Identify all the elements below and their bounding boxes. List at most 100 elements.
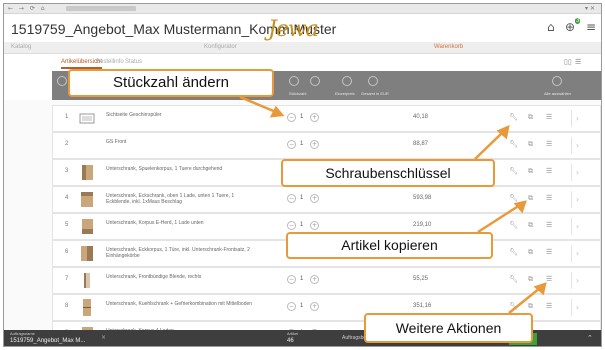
article-description: Unterschrank, Kuehlschrank + Gefrierkomb… bbox=[106, 301, 253, 307]
increase-qty-button[interactable]: + bbox=[310, 302, 319, 311]
wrench-icon[interactable]: 🔧︎ bbox=[509, 275, 518, 283]
cabinet-thumbnail-icon bbox=[82, 165, 93, 180]
article-description: Sichtseite Geschirrspüler bbox=[106, 112, 162, 118]
more-actions-icon[interactable]: ☰ bbox=[546, 140, 552, 148]
article-description: Unterschrank, Korpus E-Herd, 1 Lade unte… bbox=[106, 220, 204, 226]
row-number: 6 bbox=[65, 249, 69, 255]
cabinet-thumbnail-icon bbox=[82, 219, 93, 234]
copy-icon[interactable]: ⧉ bbox=[528, 167, 533, 176]
more-actions-icon[interactable]: ☰ bbox=[546, 167, 552, 175]
more-actions-icon[interactable]: ☰ bbox=[546, 194, 552, 202]
copy-icon[interactable]: ⧉ bbox=[528, 248, 533, 257]
quantity-value[interactable]: 1 bbox=[300, 303, 303, 309]
quantity-value[interactable]: 1 bbox=[300, 114, 303, 120]
chevron-right-icon[interactable]: › bbox=[571, 299, 583, 316]
chevron-right-icon[interactable]: › bbox=[571, 245, 583, 262]
callout-copy-article: Artikel kopieren bbox=[286, 232, 493, 259]
copy-icon[interactable]: ⧉ bbox=[528, 113, 533, 122]
wrench-icon[interactable]: 🔧︎ bbox=[509, 221, 518, 229]
header-minus-icon[interactable] bbox=[289, 76, 299, 86]
decrease-qty-button[interactable]: − bbox=[287, 302, 296, 311]
chevron-right-icon[interactable]: › bbox=[571, 272, 583, 289]
order-name[interactable]: 1519759_Angebot_Max M... bbox=[10, 338, 85, 344]
app-header: 1519759_Angebot_Max Mustermann_Komm.Must… bbox=[4, 15, 601, 42]
chevron-right-icon[interactable]: › bbox=[571, 218, 583, 235]
cart-count-badge: 3 bbox=[575, 18, 581, 24]
home-icon[interactable]: ⌂ bbox=[547, 20, 555, 34]
callout-wrench: Schraubenschlüssel bbox=[281, 159, 495, 187]
decrease-qty-button[interactable]: − bbox=[287, 194, 296, 203]
chevron-right-icon[interactable]: › bbox=[571, 110, 583, 127]
list-view-icon[interactable]: ▯▯ bbox=[564, 58, 572, 66]
row-number: 3 bbox=[65, 168, 69, 174]
increase-qty-button[interactable]: + bbox=[310, 113, 319, 122]
table-row[interactable]: 4 Unterschrank, Eckschrank, oben 1 Lade,… bbox=[52, 186, 601, 213]
wrench-icon[interactable]: 🔧︎ bbox=[509, 167, 518, 175]
more-actions-icon[interactable]: ☰ bbox=[546, 113, 552, 121]
copy-icon[interactable]: ⧉ bbox=[528, 221, 533, 230]
category-catalog[interactable]: Katalog bbox=[11, 44, 31, 50]
cart-icon[interactable]: ⊕ bbox=[565, 20, 575, 34]
copy-icon[interactable]: ⧉ bbox=[528, 302, 533, 311]
tab-status[interactable]: Status bbox=[125, 59, 142, 65]
more-actions-icon[interactable]: ☰ bbox=[546, 248, 552, 256]
wrench-icon[interactable]: 🔧︎ bbox=[509, 248, 518, 256]
decrease-qty-button[interactable]: − bbox=[287, 275, 296, 284]
cabinet-thumbnail-icon bbox=[79, 113, 95, 124]
decrease-qty-button[interactable]: − bbox=[287, 113, 296, 122]
browser-nav-icons[interactable]: ← → ⟳ ⌂ bbox=[8, 5, 47, 12]
header-col-b-icon bbox=[368, 76, 378, 86]
header-col-a: Einzelpreis bbox=[335, 91, 355, 96]
wrench-icon[interactable]: 🔧︎ bbox=[509, 302, 518, 310]
cabinet-thumbnail-icon bbox=[81, 246, 93, 261]
address-bar[interactable] bbox=[66, 6, 136, 11]
article-description: GS Front bbox=[106, 139, 127, 145]
increase-qty-button[interactable]: + bbox=[310, 194, 319, 203]
copy-icon[interactable]: ⧉ bbox=[528, 140, 533, 149]
cabinet-thumbnail-icon bbox=[84, 273, 90, 288]
decrease-qty-button[interactable]: − bbox=[287, 140, 296, 149]
category-configurator[interactable]: Konfigurator bbox=[204, 44, 237, 50]
chevron-right-icon[interactable]: › bbox=[571, 137, 583, 154]
table-row[interactable]: 7 Unterschrank, Frontbündige Blende, rec… bbox=[52, 267, 601, 294]
chevron-right-icon[interactable]: › bbox=[571, 191, 583, 208]
hamburger-menu-icon[interactable]: ≡ bbox=[586, 20, 596, 34]
more-actions-icon[interactable]: ☰ bbox=[546, 221, 552, 229]
tab-order-info[interactable]: Bestellinfo bbox=[96, 59, 124, 65]
wrench-icon[interactable]: 🔧︎ bbox=[509, 194, 518, 202]
wrench-icon[interactable]: 🔧︎ bbox=[509, 140, 518, 148]
copy-icon[interactable]: ⧉ bbox=[528, 194, 533, 203]
callout-change-quantity: Stückzahl ändern bbox=[68, 69, 274, 97]
row-number: 7 bbox=[65, 276, 69, 282]
window-controls[interactable]: ▾ ✕ bbox=[585, 5, 595, 12]
price-value: 219,10 bbox=[413, 222, 432, 228]
price-value: 351,16 bbox=[413, 303, 432, 309]
increase-qty-button[interactable]: + bbox=[310, 140, 319, 149]
more-actions-icon[interactable]: ☰ bbox=[546, 302, 552, 310]
decrease-qty-button[interactable]: − bbox=[287, 221, 296, 230]
grid-view-icon[interactable]: ☰ bbox=[575, 58, 581, 66]
category-bar: Katalog Konfigurator Warenkorb bbox=[4, 42, 601, 54]
header-action-icon[interactable] bbox=[57, 76, 67, 86]
quantity-value[interactable]: 1 bbox=[300, 195, 303, 201]
quantity-value[interactable]: 1 bbox=[300, 141, 303, 147]
quantity-value[interactable]: 1 bbox=[300, 276, 303, 282]
header-plus-icon[interactable] bbox=[310, 76, 320, 86]
category-cart[interactable]: Warenkorb bbox=[434, 44, 463, 50]
row-number: 8 bbox=[65, 303, 69, 309]
copy-icon[interactable]: ⧉ bbox=[528, 275, 533, 284]
table-row[interactable]: 1 Sichtseite Geschirrspüler − 1 + 40,18 … bbox=[52, 105, 601, 132]
chevron-right-icon[interactable]: › bbox=[571, 164, 583, 181]
more-actions-icon[interactable]: ☰ bbox=[546, 275, 552, 283]
article-count: 46 bbox=[287, 338, 294, 344]
close-icon[interactable]: × bbox=[101, 334, 106, 341]
quantity-value[interactable]: 1 bbox=[300, 222, 303, 228]
article-description: Unterschrank, Eckschrank, oben 1 Lade, u… bbox=[106, 193, 235, 205]
table-row[interactable]: 2 GS Front − 1 + 88,87 🔧︎ ⧉ ☰ › bbox=[52, 132, 601, 159]
header-select-all-icon[interactable] bbox=[552, 76, 562, 86]
increase-qty-button[interactable]: + bbox=[310, 275, 319, 284]
increase-qty-button[interactable]: + bbox=[310, 221, 319, 230]
wrench-icon[interactable]: 🔧︎ bbox=[509, 113, 518, 121]
chevron-up-icon[interactable]: ⌃ bbox=[587, 334, 593, 342]
article-list: 1 Sichtseite Geschirrspüler − 1 + 40,18 … bbox=[4, 100, 601, 346]
